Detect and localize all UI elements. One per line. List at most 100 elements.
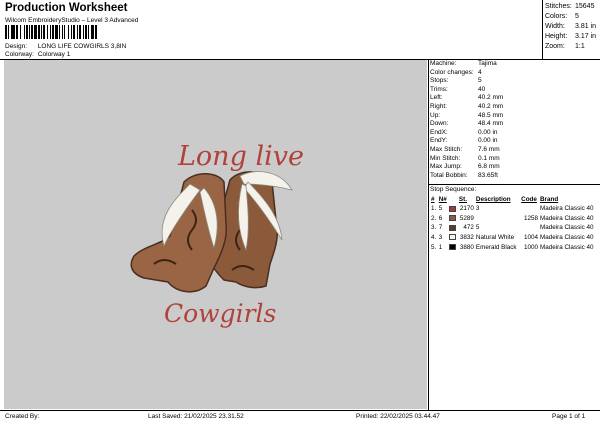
needle-number: 5 — [438, 205, 443, 213]
machine-info-value: 5 — [478, 77, 482, 85]
stitch-count: 3880 — [459, 243, 474, 251]
stop-index: 5. — [431, 243, 437, 251]
col-needle: N# — [438, 196, 447, 203]
stat-row: Height: 3.17 in — [545, 33, 597, 40]
thread-brand: Madeira Classic 40 — [539, 214, 594, 222]
machine-info-row: Trims: 40 — [430, 86, 600, 95]
thread-description: Emerald Black — [475, 243, 517, 251]
machine-info-label: Machine: — [430, 60, 457, 67]
stop-index: 2. — [431, 214, 437, 222]
machine-info-value: 40 — [478, 85, 486, 93]
embroidery-preview-image: Long live Cowgirls — [130, 141, 304, 328]
design-value: LONG LIFE COWGIRLS 3,8IN — [37, 43, 127, 50]
thread-description — [475, 214, 520, 224]
col-code: Code — [521, 196, 537, 203]
machine-info-row: Left: 40.2 mm — [430, 94, 600, 103]
stop-index: 1. — [431, 205, 437, 213]
stop-index: 3. — [431, 224, 437, 232]
machine-info-row: Machine: Tajima — [430, 60, 600, 69]
colorway-value: Colorway 1 — [37, 51, 71, 58]
thread-code: 1004 — [523, 234, 538, 242]
color-swatch-icon — [449, 234, 457, 241]
thread-code — [520, 204, 539, 214]
machine-info-label: Right: — [430, 102, 447, 110]
needle-number: 6 — [438, 214, 443, 222]
machine-info-row: Max Stitch: 7.6 mm — [430, 146, 600, 155]
machine-info-value: Tajima — [478, 60, 497, 67]
thread-swatch — [448, 242, 458, 252]
thread-brand: Madeira Classic 40 — [539, 224, 594, 232]
machine-info-row: Stops: 5 — [430, 77, 600, 86]
machine-info-value: 6.8 mm — [478, 163, 500, 171]
page-title: Production Worksheet — [5, 2, 128, 14]
machine-info-label: EndX: — [430, 128, 448, 136]
machine-info-value: 83.65ft — [478, 171, 498, 179]
stop-sequence-title: Stop Sequence: — [430, 186, 477, 193]
col-description: Description — [475, 196, 511, 203]
stats-divider — [542, 0, 543, 59]
machine-info-value: 4 — [478, 68, 482, 76]
machine-info-row: Min Stitch: 0.1 mm — [430, 155, 600, 164]
machine-info-row: Right: 40.2 mm — [430, 103, 600, 112]
thread-description: 3 — [475, 205, 480, 213]
col-index: # — [431, 196, 435, 203]
stat-row: Width: 3.81 in — [545, 23, 597, 30]
design-preview: Long live Cowgirls — [4, 60, 427, 409]
col-stitches: St. — [458, 196, 467, 203]
machine-info-label: Total Bobbin: — [430, 171, 468, 179]
info-divider — [428, 184, 600, 185]
thread-code — [520, 223, 539, 233]
machine-info-label: Min Stitch: — [430, 154, 461, 162]
stop-sequence-header: # N# St. Description Code Brand — [430, 195, 598, 204]
machine-info-value: 48.5 mm — [478, 111, 504, 119]
panel-divider — [428, 59, 429, 410]
stop-index: 4. — [431, 234, 437, 242]
machine-info-row: Down: 48.4 mm — [430, 120, 600, 129]
thread-swatch — [448, 223, 458, 233]
machine-info-label: Left: — [430, 94, 443, 102]
stitch-count: 472 — [463, 224, 474, 232]
stop-sequence-row: 1. 5 2170 3 Madeira Classic 40 — [430, 204, 598, 214]
stat-row: Stitches: 15645 — [545, 3, 595, 10]
machine-info-label: Trims: — [430, 85, 448, 93]
footer-created-by: Created By: — [5, 413, 40, 420]
thread-description: 5 — [475, 224, 480, 232]
colorway-row: Colorway: Colorway 1 — [5, 51, 70, 58]
thread-swatch — [448, 204, 458, 214]
footer-page: Page 1 of 1 — [552, 413, 586, 420]
machine-info-value: 0.00 in — [478, 128, 498, 136]
footer-last-saved: Last Saved: 21/02/2025 23.31.52 — [148, 413, 244, 420]
barcode-bar — [96, 25, 98, 39]
color-swatch-icon — [449, 205, 457, 212]
needle-number: 7 — [438, 224, 443, 232]
stop-sequence-row: 4. 3 3832 Natural White 1004 Madeira Classic … — [430, 233, 598, 243]
needle-number: 1 — [438, 243, 443, 251]
color-swatch-icon — [449, 244, 457, 250]
design-label: Design: — [5, 43, 28, 50]
stop-sequence-row: 5. 1 3880 Emerald Black 1000 Madeira Classic … — [430, 242, 598, 252]
machine-info-value: 7.6 mm — [478, 145, 500, 153]
thread-brand: Madeira Classic 40 — [539, 234, 594, 242]
machine-info-row: Up: 48.5 mm — [430, 112, 600, 121]
machine-info-label: Stops: — [430, 77, 449, 85]
machine-info-label: EndY: — [430, 137, 448, 145]
software-subtitle: Wilcom EmbroideryStudio – Level 3 Advanc… — [5, 17, 139, 24]
machine-info-panel: Machine: Tajima Color changes: 4 Stops: 5 Trim… — [430, 60, 600, 180]
stop-sequence-row: 3. 7 472 5 Madeira Classic 40 — [430, 223, 598, 233]
color-swatch-icon — [449, 215, 457, 222]
machine-info-value: 40.2 mm — [478, 94, 504, 102]
stitch-count: 5289 — [459, 214, 474, 222]
color-swatch-icon — [449, 224, 457, 231]
thread-code: 1258 — [523, 214, 538, 222]
machine-info-label: Max Jump: — [430, 163, 462, 171]
col-swatch — [448, 195, 458, 204]
needle-number: 3 — [438, 234, 443, 242]
thread-code: 1000 — [523, 243, 538, 251]
barcode — [5, 25, 185, 39]
design-text-bottom: Cowgirls — [164, 299, 276, 328]
stop-sequence-row: 2. 6 5289 1258 Madeira Classic 40 — [430, 214, 598, 224]
thread-swatch — [448, 214, 458, 224]
machine-info-value: 40.2 mm — [478, 102, 504, 110]
machine-info-row: EndX: 0.00 in — [430, 129, 600, 138]
machine-info-value: 48.4 mm — [478, 120, 504, 128]
